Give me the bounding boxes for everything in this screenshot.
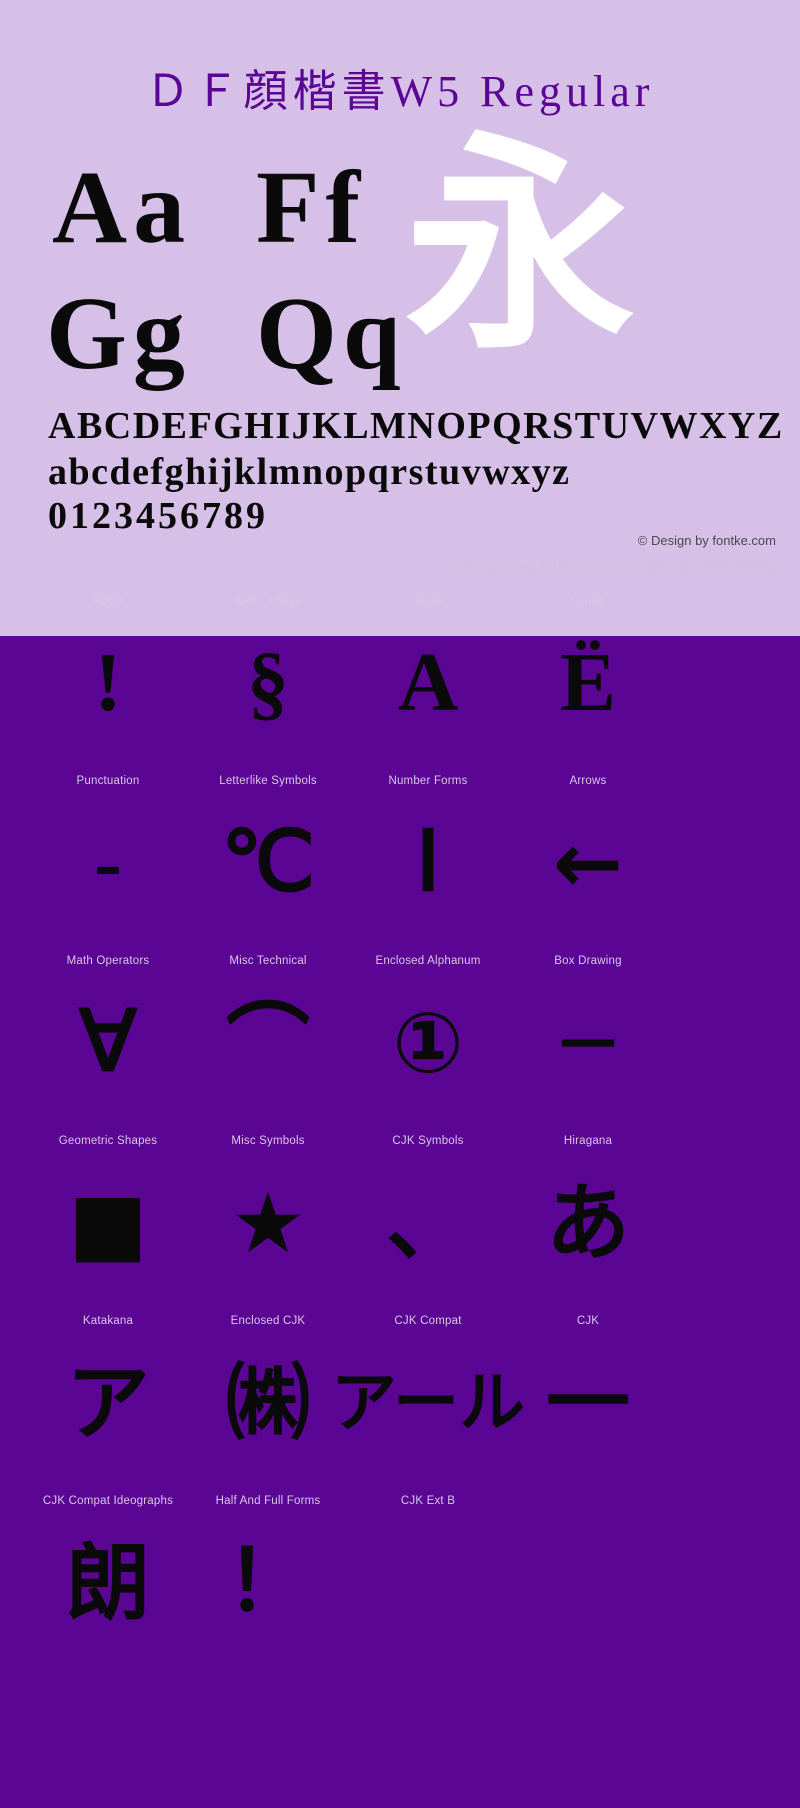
- grid-cell-hiragana[interactable]: Hiragana あ: [488, 1125, 688, 1305]
- grid-row: Katakana ア Enclosed CJK ㈱ CJK Compat アール…: [0, 1305, 800, 1485]
- grid-cell-empty: [488, 1485, 688, 1685]
- cjk-showcase-glyph: 永: [405, 114, 636, 381]
- large-sample-area: Aa Ff Gg Qq 永: [0, 133, 800, 395]
- grid-cell-cjk[interactable]: CJK 一: [488, 1305, 688, 1485]
- design-credit: © Design by fontke.com: [637, 533, 776, 548]
- unicode-block-grid: ASCII ! Latin 1 Sup § Greek Α Cyrillic Ё…: [0, 585, 800, 1685]
- grid-cell-label: Cyrillic: [570, 595, 606, 607]
- sample-pair-gg: Gg: [46, 276, 191, 391]
- grid-cell-glyph: ←: [552, 814, 624, 912]
- grid-cell-glyph: ─: [562, 994, 614, 1092]
- grid-cell-arrows[interactable]: Arrows ←: [488, 765, 688, 945]
- grid-cell-glyph: [488, 1513, 688, 1653]
- grid-row: Math Operators ∀ Misc Technical ⌒ Enclos…: [0, 945, 800, 1125]
- sample-pair-ff: Ff: [256, 150, 367, 265]
- alphabet-uppercase-row: ABCDEFGHIJKLMNOPQRSTUVWXYZ: [48, 405, 784, 447]
- grid-cell-label: Hiragana: [563, 1135, 613, 1147]
- sample-pair-qq: Qq: [256, 276, 407, 391]
- page-title: ＤＦ顔楷書W5 Regular: [145, 67, 655, 116]
- grid-cell-label: Arrows: [569, 775, 607, 787]
- font-specimen-panel: ＤＦ顔楷書W5 Regular Aa Ff Gg Qq 永 ABCDEFGHIJ…: [0, 0, 800, 636]
- digits-row: 0123456789: [48, 495, 268, 537]
- grid-cell-cyrillic[interactable]: Cyrillic Ё: [488, 585, 688, 765]
- grid-row: Geometric Shapes ■ Misc Symbols ★ CJK Sy…: [0, 1125, 800, 1305]
- grid-row: CJK Compat Ideographs 朗 Half And Full Fo…: [0, 1485, 800, 1685]
- grid-cell-glyph: Ё: [559, 636, 617, 729]
- alphabet-lowercase-row: abcdefghijklmnopqrstuvwxyz: [48, 451, 571, 493]
- grid-cell-glyph: 一: [545, 1354, 630, 1452]
- grid-cell-glyph: あ: [545, 1174, 630, 1272]
- grid-cell-label: Box Drawing: [554, 955, 622, 967]
- grid-cell-label: CJK: [576, 1315, 600, 1327]
- sample-pair-aa: Aa: [52, 150, 192, 265]
- grid-cell-box-drawing[interactable]: Box Drawing ─: [488, 945, 688, 1125]
- grid-row: Punctuation ‐ Letterlike Symbols ℃ Numbe…: [0, 765, 800, 945]
- font-source-link[interactable]: Font Source: http://www.fontke.com/font/…: [458, 558, 776, 574]
- grid-row: ASCII ! Latin 1 Sup § Greek Α Cyrillic Ё: [0, 585, 800, 765]
